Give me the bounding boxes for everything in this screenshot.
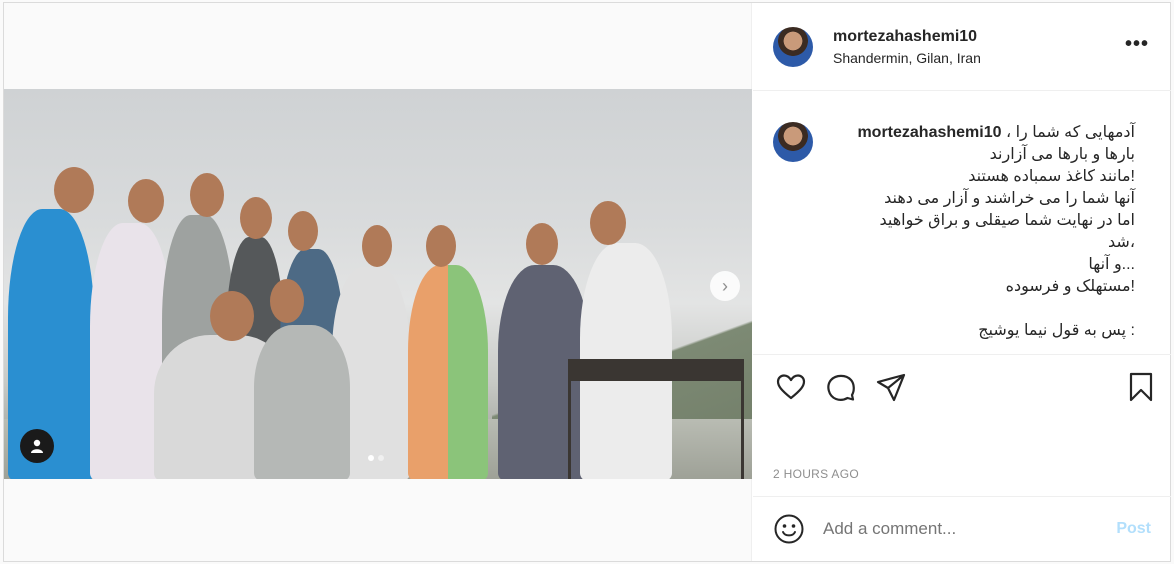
post-media: › — [4, 3, 752, 561]
carousel-dots — [368, 455, 384, 461]
location-link[interactable]: Shandermin, Gilan, Iran — [833, 50, 981, 66]
chevron-right-icon: › — [722, 275, 728, 296]
photo-person — [254, 325, 350, 479]
caption-line: بارها و بارها می آزارند — [989, 146, 1135, 163]
caption-line: ...و آنها — [1088, 256, 1135, 273]
header-text: mortezahashemi10 Shandermin, Gilan, Iran — [833, 28, 981, 66]
caption-line: آدمهایی که شما را ، mortezahashemi10 — [835, 122, 1135, 144]
photo-person-head — [190, 173, 224, 217]
caption-text: آدمهایی که شما را ، — [1005, 124, 1135, 141]
photo-person-head — [270, 279, 304, 323]
comments-area: آدمهایی که شما را ، mortezahashemi10 بار… — [753, 92, 1171, 354]
photo-person-head — [362, 225, 392, 267]
caption-line — [835, 298, 1135, 320]
carousel-dot-active — [368, 455, 374, 461]
comment-icon[interactable] — [825, 371, 857, 403]
photo-person-head — [240, 197, 272, 239]
carousel-next-button[interactable]: › — [710, 271, 740, 301]
username-link[interactable]: mortezahashemi10 — [833, 28, 981, 46]
add-comment-bar: Post — [753, 496, 1171, 561]
caption: آدمهایی که شما را ، mortezahashemi10 بار… — [835, 122, 1135, 354]
caption-avatar[interactable] — [773, 122, 813, 162]
carousel-dot — [378, 455, 384, 461]
photo-grill — [568, 359, 744, 479]
photo-person-head — [128, 179, 164, 223]
photo-person-head — [426, 225, 456, 267]
post-photo[interactable]: › — [4, 89, 752, 479]
post-sidebar: mortezahashemi10 Shandermin, Gilan, Iran… — [753, 3, 1171, 561]
photo-person-head — [54, 167, 94, 213]
smiley-icon[interactable] — [773, 513, 805, 545]
more-options-icon[interactable]: ••• — [1125, 34, 1149, 54]
photo-person — [408, 265, 488, 479]
post-comment-button[interactable]: Post — [1116, 520, 1151, 538]
caption-line: اما در نهایت شما صیقلی و براق خواهید — [879, 212, 1135, 229]
heart-icon[interactable] — [775, 371, 807, 403]
post-header: mortezahashemi10 Shandermin, Gilan, Iran… — [753, 3, 1171, 91]
avatar[interactable] — [773, 26, 813, 67]
caption-line: : پس به قول نیما یوشیج — [978, 322, 1135, 339]
caption-line: !مستهلک و فرسوده — [1005, 278, 1135, 295]
caption-line: !مانند کاغذ سمباده هستند — [968, 168, 1135, 185]
photo-person-head — [210, 291, 254, 341]
bookmark-icon[interactable] — [1125, 371, 1157, 403]
photo-person-head — [590, 201, 626, 245]
post-timestamp[interactable]: 2 HOURS AGO — [773, 467, 859, 481]
caption-line: ،شد — [1108, 234, 1135, 251]
comment-input[interactable] — [823, 519, 1103, 539]
caption-username[interactable]: mortezahashemi10 — [857, 124, 1001, 141]
photo-person-head — [526, 223, 558, 265]
caption-line: آنها شما را می خراشند و آزار می دهند — [884, 190, 1135, 207]
post-card: › mortezahashemi10 Shandermin, Gilan, Ir… — [3, 2, 1171, 562]
paper-plane-icon[interactable] — [875, 371, 907, 403]
action-bar — [753, 354, 1171, 414]
tagged-users-button[interactable] — [20, 429, 54, 463]
photo-person-head — [288, 211, 318, 251]
user-icon — [31, 439, 43, 453]
